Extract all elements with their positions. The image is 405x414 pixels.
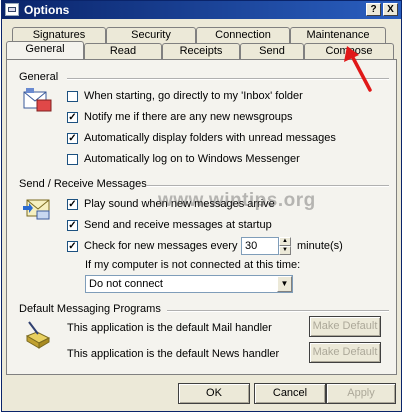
interval-unit-label: minute(s): [297, 240, 343, 252]
tab-connection[interactable]: Connection: [196, 27, 290, 43]
check-new-checkbox[interactable]: ✓: [67, 241, 78, 252]
play-sound-checkbox[interactable]: ✓: [67, 199, 78, 210]
tab-security[interactable]: Security: [106, 27, 196, 43]
check-new-label: Check for new messages every: [84, 240, 238, 252]
not-connected-label: If my computer is not connected at this …: [85, 259, 301, 271]
general-group-header: General: [19, 71, 62, 83]
default-programs-group-divider: [167, 310, 389, 312]
cancel-button[interactable]: Cancel: [254, 383, 326, 404]
apply-button[interactable]: Apply: [326, 383, 396, 404]
not-connected-select[interactable]: Do not connect ▼: [85, 275, 293, 293]
default-programs-group-header: Default Messaging Programs: [19, 303, 164, 315]
auto-messenger-checkbox[interactable]: [67, 154, 78, 165]
make-default-mail-button[interactable]: Make Default: [309, 316, 381, 337]
tab-receipts[interactable]: Receipts: [162, 43, 240, 59]
start-inbox-label: When starting, go directly to my 'Inbox'…: [84, 90, 303, 102]
send-receive-startup-checkbox[interactable]: ✓: [67, 220, 78, 231]
title-bar[interactable]: Options ? X: [2, 1, 401, 19]
wintips-watermark: www.wintips.org: [158, 190, 316, 211]
notify-newsgroups-checkbox[interactable]: ✓: [67, 112, 78, 123]
close-button[interactable]: X: [383, 3, 398, 16]
chevron-down-icon[interactable]: ▼: [277, 276, 292, 292]
options-window-icon: [5, 3, 19, 16]
send-receive-startup-label: Send and receive messages at startup: [84, 219, 272, 231]
stepper-down-icon[interactable]: ▼: [279, 246, 291, 255]
tab-maintenance[interactable]: Maintenance: [290, 27, 386, 43]
send-receive-group-header: Send / Receive Messages: [19, 178, 150, 190]
tab-read[interactable]: Read: [84, 43, 162, 59]
inbox-envelope-icon: [23, 88, 52, 112]
start-inbox-checkbox[interactable]: [67, 91, 78, 102]
check-interval-stepper[interactable]: ▲ ▼: [279, 237, 291, 255]
default-programs-pen-icon: [25, 321, 51, 349]
default-mail-text: This application is the default Mail han…: [67, 322, 272, 334]
stepper-up-icon[interactable]: ▲: [279, 237, 291, 246]
display-unread-checkbox[interactable]: ✓: [67, 133, 78, 144]
ok-button[interactable]: OK: [178, 383, 250, 404]
make-default-news-button[interactable]: Make Default: [309, 342, 381, 363]
red-arrow-annotation-icon: [344, 46, 372, 92]
display-unread-label: Automatically display folders with unrea…: [84, 132, 336, 144]
tab-general[interactable]: General: [6, 41, 84, 59]
check-interval-input[interactable]: 30: [241, 237, 279, 255]
send-receive-envelope-icon: [23, 199, 50, 220]
not-connected-value: Do not connect: [89, 278, 163, 290]
auto-messenger-label: Automatically log on to Windows Messenge…: [84, 153, 300, 165]
window-title: Options: [24, 3, 70, 17]
notify-newsgroups-label: Notify me if there are any new newsgroup…: [84, 111, 293, 123]
help-button[interactable]: ?: [366, 3, 381, 16]
general-tab-panel: General When starting, go directly to my…: [6, 59, 397, 375]
send-receive-group-divider: [147, 185, 389, 187]
tab-send[interactable]: Send: [240, 43, 304, 59]
default-news-text: This application is the default News han…: [67, 348, 280, 360]
